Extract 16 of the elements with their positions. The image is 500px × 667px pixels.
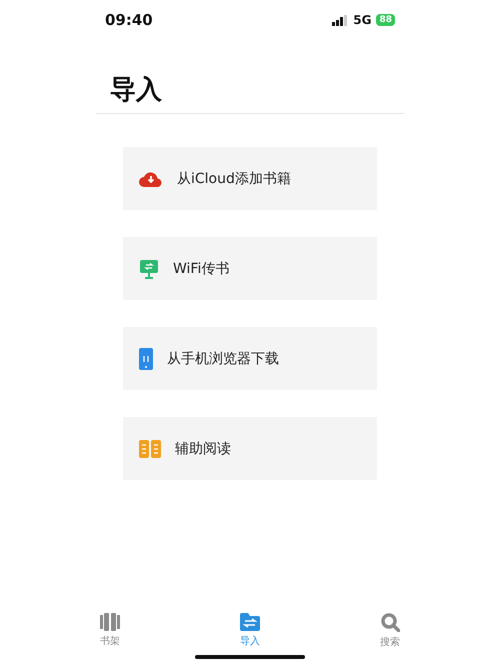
cloud-download-icon [139,170,163,188]
import-option[interactable]: WiFi传书 [123,237,377,300]
status-time: 09:40 [105,11,153,29]
search-icon [380,613,400,632]
monitor-icon [139,258,159,278]
battery-level: 88 [376,14,395,26]
import-option[interactable]: 从iCloud添加书籍 [123,147,377,210]
page-title: 导入 [110,74,163,107]
tab-bar-item[interactable]: 导入 [220,613,280,649]
signal-icon [332,14,348,26]
import-option[interactable]: 辅助阅读 [123,417,377,480]
folder-icon [240,613,260,631]
tab-bar-item[interactable]: 搜索 [360,613,420,649]
network-type: 5G [353,13,372,27]
import-option[interactable]: 从手机浏览器下载 [123,327,377,390]
phone-icon [139,348,153,370]
